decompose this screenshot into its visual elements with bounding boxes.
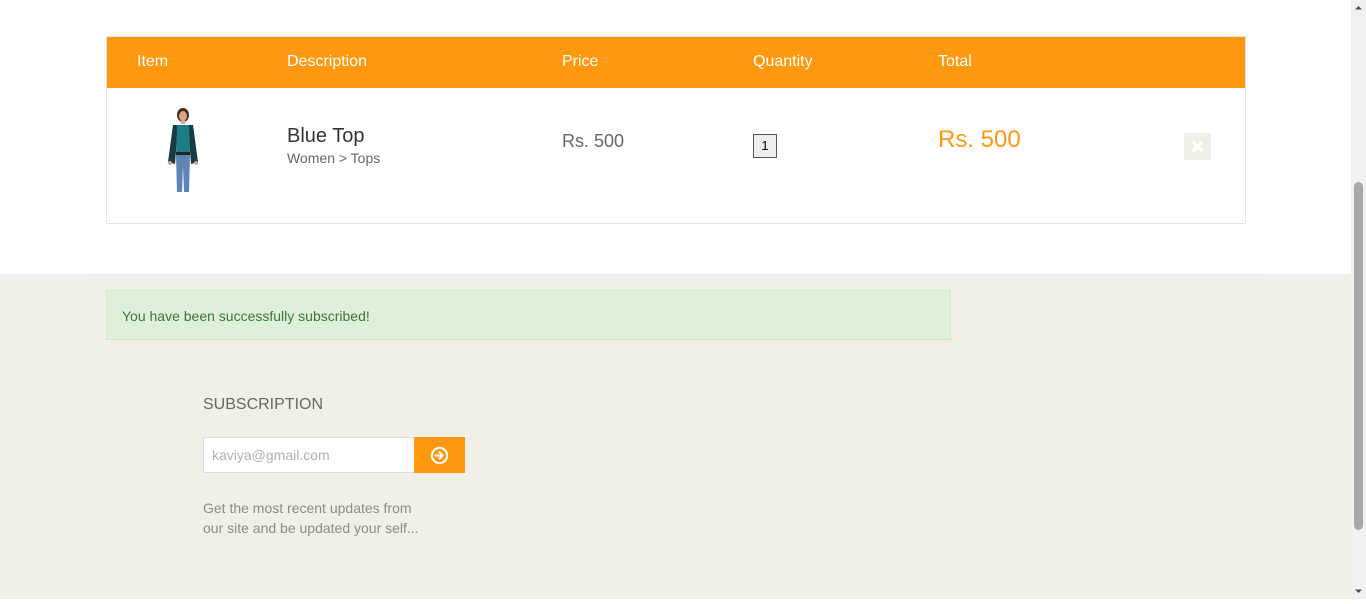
header-item: Item [137,53,169,70]
subscription-success-alert: You have been successfully subscribed! [106,290,951,340]
product-name-link[interactable]: Blue Top [287,124,364,148]
cart-row: Blue Top Women > Tops Rs. 500 1 Rs. 500 [107,88,1245,223]
close-icon [1192,141,1203,152]
scrollbar-thumb[interactable] [1354,182,1363,530]
header-description: Description [287,53,368,70]
quantity-button[interactable]: 1 [753,134,777,158]
header-total: Total [938,53,972,70]
header-price: Price [562,53,599,70]
product-total: Rs. 500 [938,126,1021,153]
cart-table-header: Item Description Price Quantity Total [107,37,1245,88]
subscription-email-input[interactable] [203,437,415,473]
subscription-description: Get the most recent updates from our sit… [203,500,419,536]
product-image[interactable] [147,106,219,192]
page: Item Description Price Quantity Total Bl… [0,0,1351,599]
footer-divider [90,274,1262,275]
subscribe-button[interactable] [414,437,465,473]
product-price: Rs. 500 [562,131,625,151]
footer: You have been successfully subscribed! S… [0,274,1351,599]
cart-table: Item Description Price Quantity Total Bl… [106,36,1246,224]
scroll-up-icon[interactable] [1351,0,1366,15]
scroll-down-icon[interactable] [1351,584,1366,599]
header-quantity: Quantity [753,53,813,70]
arrow-circle-right-icon [430,446,449,465]
subscription-title: SUBSCRIPTION [203,396,324,413]
product-category: Women > Tops [287,150,381,166]
vertical-scrollbar[interactable] [1351,0,1366,599]
delete-item-button[interactable] [1184,133,1211,160]
